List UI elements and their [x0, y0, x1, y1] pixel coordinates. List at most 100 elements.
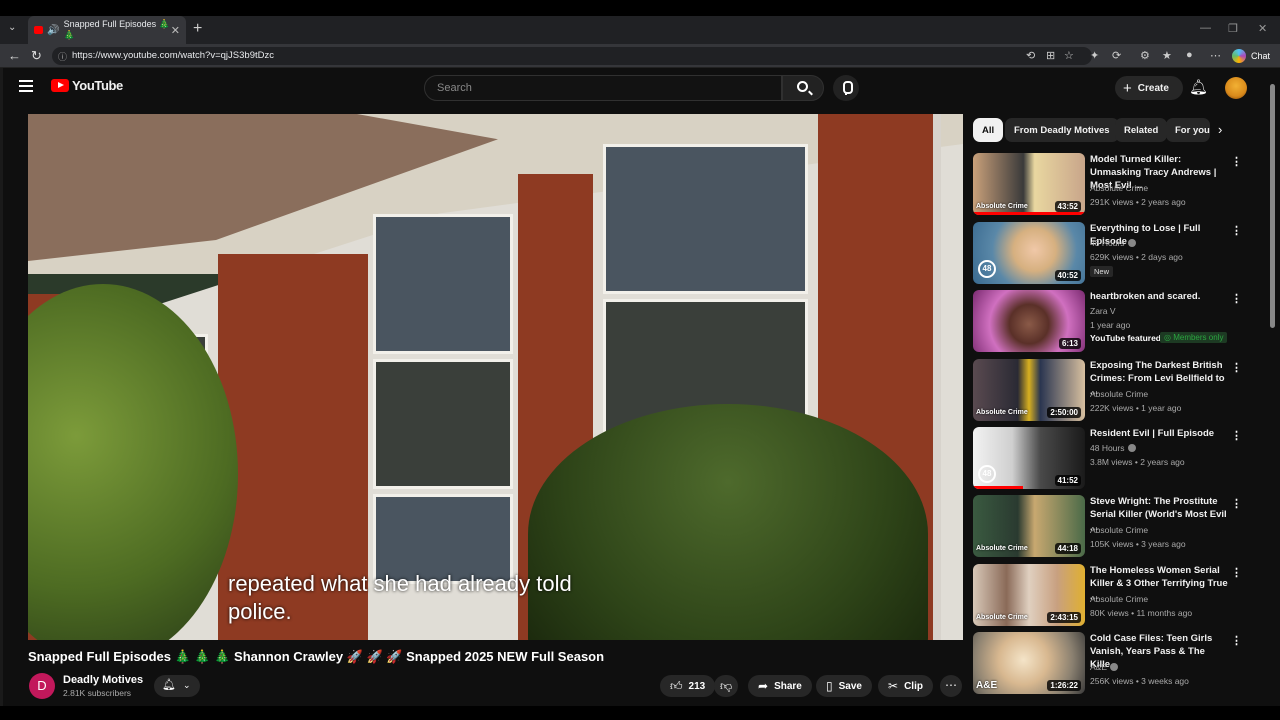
apps-icon[interactable]: ⊞: [1046, 49, 1055, 62]
watch-progress: [973, 486, 1024, 489]
copilot-chat-button[interactable]: Chat: [1232, 47, 1270, 65]
chip-related[interactable]: Related: [1115, 118, 1168, 142]
search-input[interactable]: Search: [424, 75, 782, 101]
tab-search-icon[interactable]: ⌄: [8, 22, 16, 33]
dislike-button[interactable]: 👎︎: [714, 675, 739, 697]
clip-button[interactable]: ✂ Clip: [878, 675, 933, 697]
duration-badge: 2:50:00: [1047, 407, 1081, 418]
chevron-down-icon: ⌄: [183, 680, 191, 690]
rec-channel[interactable]: Zara V: [1090, 306, 1116, 316]
rec-channel[interactable]: 48 Hours: [1090, 443, 1136, 453]
favorites-icon[interactable]: ★: [1162, 49, 1172, 62]
list-item[interactable]: Absolute Crime 43:52 Model Turned Killer…: [973, 153, 1263, 215]
video-thumbnail[interactable]: Absolute Crime 2:50:00: [973, 359, 1085, 421]
rec-meta: 291K views • 2 years ago: [1090, 197, 1186, 207]
share-icon: ➦: [758, 679, 769, 693]
favorite-star-icon[interactable]: ☆: [1064, 49, 1074, 62]
create-button[interactable]: + Create: [1115, 76, 1183, 100]
video-thumbnail[interactable]: 48 40:52: [973, 222, 1085, 284]
kebab-menu-icon[interactable]: ⋮: [1231, 292, 1242, 305]
voice-search-icon[interactable]: [833, 75, 859, 101]
rec-channel[interactable]: Absolute Crime: [1090, 594, 1148, 604]
video-thumbnail[interactable]: Absolute Crime 44:18: [973, 495, 1085, 557]
list-item[interactable]: Absolute Crime 2:50:00 Exposing The Dark…: [973, 359, 1263, 421]
share-button[interactable]: ➦ Share: [748, 675, 812, 697]
duration-badge: 41:52: [1054, 475, 1081, 486]
save-button[interactable]: ▯ Save: [816, 675, 872, 697]
chevron-right-icon[interactable]: ›: [1218, 122, 1222, 137]
kebab-menu-icon[interactable]: ⋮: [1231, 224, 1242, 237]
refresh-extension-icon[interactable]: ⟳: [1112, 49, 1121, 62]
video-thumbnail[interactable]: 48 41:52: [973, 427, 1085, 489]
search-button[interactable]: [782, 75, 824, 101]
chip-all[interactable]: All: [973, 118, 1004, 142]
notifications-bell-icon[interactable]: 🔔︎: [1189, 78, 1208, 96]
page-scrollbar[interactable]: [1268, 76, 1276, 706]
list-item[interactable]: Absolute Crime 2:43:15 The Homeless Wome…: [973, 564, 1263, 626]
extensions-icon[interactable]: ⚙: [1140, 49, 1150, 62]
rec-channel[interactable]: Absolute Crime: [1090, 525, 1148, 535]
profile-icon[interactable]: ●: [1186, 49, 1193, 61]
rec-channel[interactable]: A&E: [1090, 662, 1119, 672]
tab-strip: ⌄ 🔊 Snapped Full Episodes 🎄🎄 ✕ + — ❐ ✕: [0, 16, 1280, 44]
watch-progress: [973, 212, 1085, 215]
like-button[interactable]: 👍︎ 213: [660, 675, 716, 697]
youtube-logo[interactable]: YouTube: [51, 78, 123, 93]
restore-icon[interactable]: ❐: [1228, 22, 1238, 35]
browser-tab[interactable]: 🔊 Snapped Full Episodes 🎄🎄 ✕: [28, 16, 186, 44]
url-text: https://www.youtube.com/watch?v=qjJS3b9t…: [72, 50, 274, 61]
list-item[interactable]: 6:13 heartbroken and scared. Zara V 1 ye…: [973, 290, 1263, 352]
rec-channel[interactable]: Absolute Crime: [1090, 183, 1148, 193]
video-thumbnail[interactable]: A&E 1:26:22: [973, 632, 1085, 694]
subscriber-count: 2.81K subscribers: [63, 688, 132, 698]
site-info-icon[interactable]: ⓘ: [58, 50, 67, 63]
list-item[interactable]: A&E 1:26:22 Cold Case Files: Teen Girls …: [973, 632, 1263, 694]
rec-channel[interactable]: Absolute Crime: [1090, 389, 1148, 399]
kebab-menu-icon[interactable]: ⋮: [1231, 429, 1242, 442]
extension-icon[interactable]: ✦: [1090, 49, 1099, 62]
video-player[interactable]: repeated what she had already told polic…: [28, 114, 963, 640]
video-thumbnail[interactable]: Absolute Crime 2:43:15: [973, 564, 1085, 626]
translate-icon[interactable]: ⟲: [1026, 49, 1035, 62]
rec-channel[interactable]: 48 Hours: [1090, 238, 1136, 248]
rec-meta: 256K views • 3 weeks ago: [1090, 676, 1189, 686]
address-bar[interactable]: ⓘ https://www.youtube.com/watch?v=qjJS3b…: [52, 47, 1092, 65]
kebab-menu-icon[interactable]: ⋮: [1231, 361, 1242, 374]
speaker-icon[interactable]: 🔊: [47, 25, 59, 36]
tab-close-icon[interactable]: ✕: [171, 24, 180, 37]
reload-icon[interactable]: ↻: [31, 48, 42, 64]
channel-avatar[interactable]: D: [29, 673, 55, 699]
chip-from-channel[interactable]: From Deadly Motives: [1005, 118, 1119, 142]
tab-title: Snapped Full Episodes 🎄🎄: [63, 19, 170, 40]
kebab-menu-icon[interactable]: ⋮: [1231, 497, 1242, 510]
minimize-icon[interactable]: —: [1200, 22, 1211, 34]
video-thumbnail[interactable]: 6:13: [973, 290, 1085, 352]
menu-icon[interactable]: [19, 80, 33, 92]
list-item[interactable]: 48 40:52 Everything to Lose | Full Episo…: [973, 222, 1263, 284]
account-avatar[interactable]: [1225, 77, 1247, 99]
channel-logo-badge: 48: [978, 260, 996, 278]
list-item[interactable]: 48 41:52 Resident Evil | Full Episode 48…: [973, 427, 1263, 489]
kebab-menu-icon[interactable]: ⋮: [1231, 155, 1242, 168]
back-icon[interactable]: ←: [8, 48, 21, 63]
rec-meta: 222K views • 1 year ago: [1090, 403, 1182, 413]
share-label: Share: [774, 680, 802, 692]
more-actions-icon[interactable]: ⋯: [940, 675, 962, 697]
bookmark-icon: ▯: [826, 679, 833, 693]
close-window-icon[interactable]: ✕: [1258, 22, 1267, 35]
clip-label: Clip: [904, 680, 923, 692]
list-item[interactable]: Absolute Crime 44:18 Steve Wright: The P…: [973, 495, 1263, 557]
channel-name[interactable]: Deadly Motives: [63, 674, 143, 686]
rec-title: Resident Evil | Full Episode: [1090, 428, 1215, 439]
subscription-bell-button[interactable]: 🔔︎ ⌄: [154, 675, 200, 697]
thumbnail-overlay: Absolute Crime: [976, 545, 1028, 552]
chip-for-you[interactable]: For you: [1166, 118, 1210, 142]
members-only-badge: ◎ Members only: [1160, 332, 1228, 343]
rec-meta: 80K views • 11 months ago: [1090, 608, 1193, 618]
kebab-menu-icon[interactable]: ⋮: [1231, 634, 1242, 647]
more-options-icon[interactable]: ⋯: [1210, 49, 1221, 62]
kebab-menu-icon[interactable]: ⋮: [1231, 566, 1242, 579]
window-top-edge: [0, 0, 1280, 16]
new-tab-icon[interactable]: +: [193, 20, 202, 38]
video-thumbnail[interactable]: Absolute Crime 43:52: [973, 153, 1085, 215]
